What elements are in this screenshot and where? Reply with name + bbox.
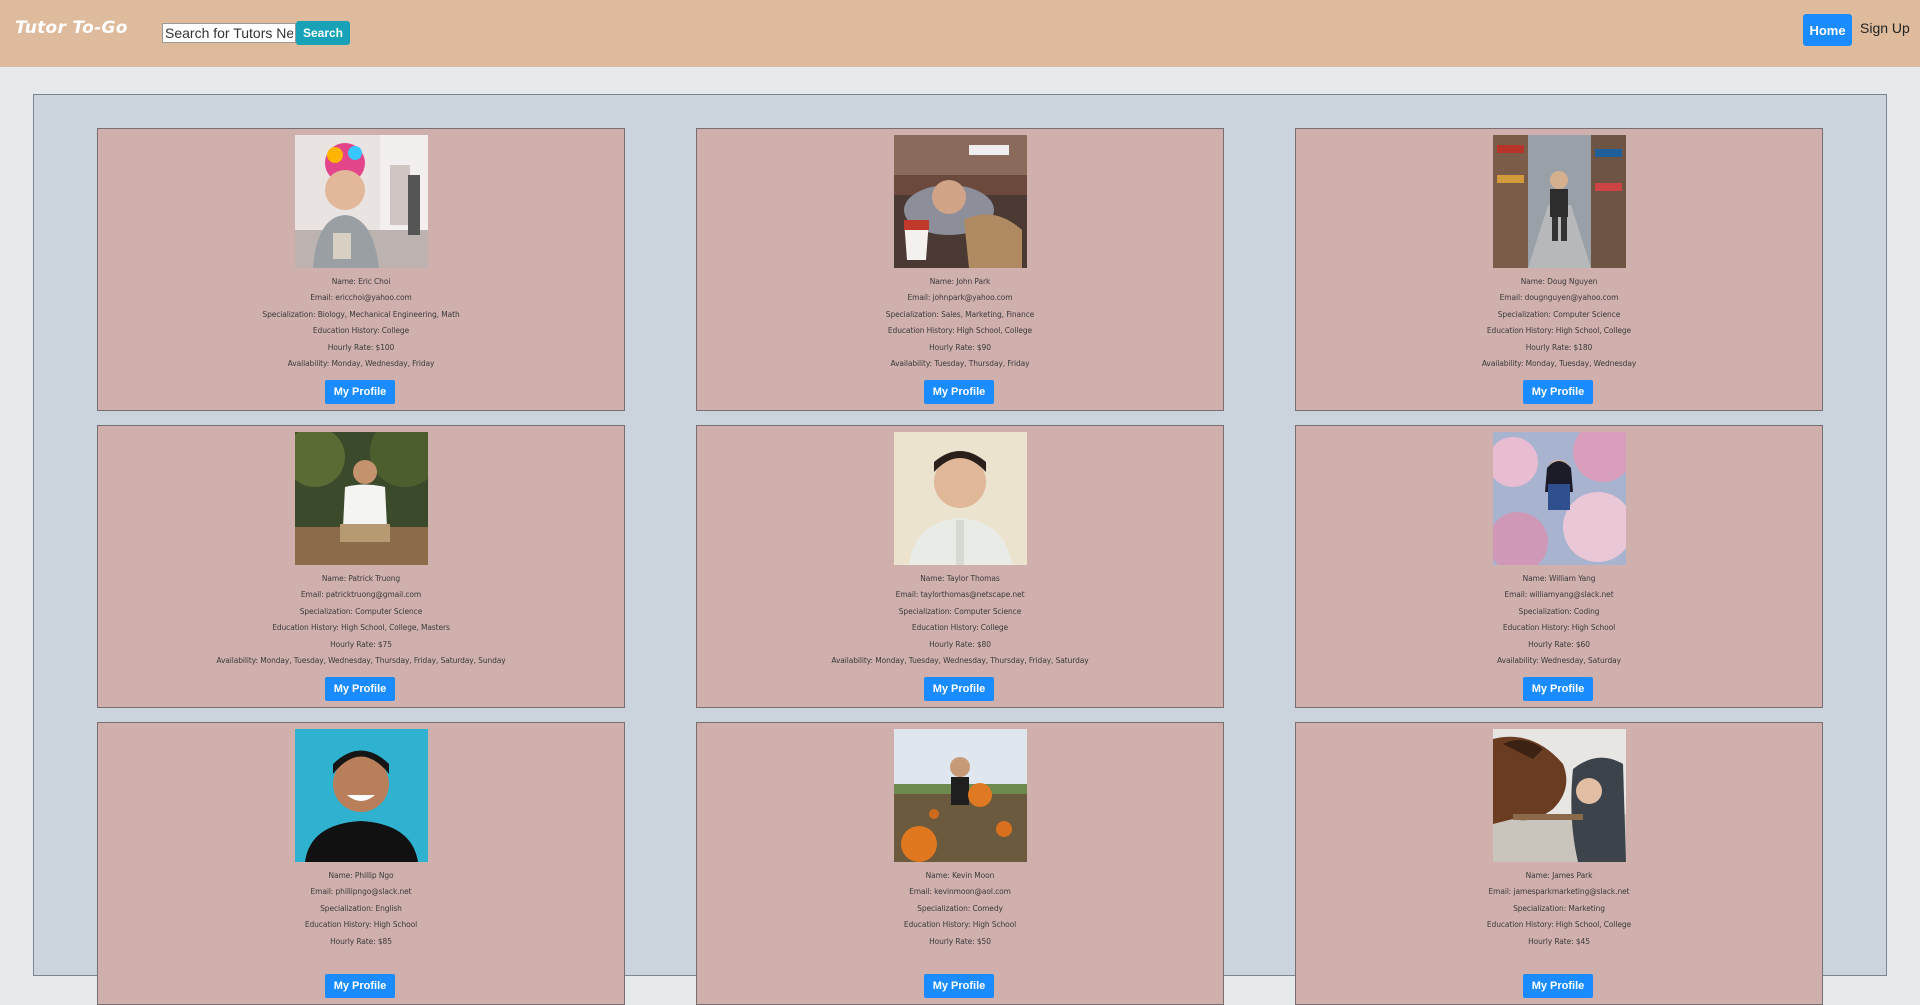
tutor-availability: [697, 950, 1223, 966]
tutor-name: Name: Eric Choi: [331, 277, 391, 286]
tutor-name: Name: Doug Nguyen: [1520, 277, 1598, 286]
tutor-name: Name: Taylor Thomas: [920, 574, 1000, 583]
tutor-email: Email: dougnguyen@yahoo.com: [1499, 293, 1619, 303]
tutor-specialization: Specialization: Computer Science: [1497, 309, 1621, 319]
tutor-rate: Hourly Rate: $85: [330, 936, 392, 946]
tutor-photo: [1493, 135, 1626, 268]
tutor-specialization: Specialization: Coding: [1518, 606, 1600, 616]
tutor-education: Education History: College: [312, 326, 410, 336]
tutor-availability: Availability: Tuesday, Thursday, Friday: [890, 358, 1030, 368]
tutor-email: Email: ericchoi@yahoo.com: [310, 293, 412, 303]
tutor-rate: Hourly Rate: $45: [1528, 936, 1590, 946]
tutor-card: Name: Taylor Thomas Email: taylorthomas@…: [696, 425, 1224, 708]
my-profile-button[interactable]: My Profile: [1523, 974, 1593, 998]
tutor-name: Name: Patrick Truong: [321, 574, 401, 583]
tutor-specialization: Specialization: Biology, Mechanical Engi…: [262, 309, 460, 319]
tutor-rate: Hourly Rate: $50: [929, 936, 991, 946]
tutor-card: Name: John Park Email: johnpark@yahoo.co…: [696, 128, 1224, 411]
tutor-specialization: Specialization: Sales, Marketing, Financ…: [885, 309, 1035, 319]
tutor-email: Email: phillipngo@slack.net: [310, 887, 412, 897]
my-profile-button[interactable]: My Profile: [924, 677, 994, 701]
tutor-specialization: Specialization: Computer Science: [299, 606, 423, 616]
tutor-email: Email: johnpark@yahoo.com: [907, 293, 1013, 303]
tutor-rate: Hourly Rate: $60: [1528, 639, 1590, 649]
tutor-education: Education History: High School, College: [887, 326, 1033, 336]
tutor-availability: [1296, 950, 1822, 966]
tutor-availability: Availability: Monday, Tuesday, Wednesday…: [831, 655, 1089, 665]
my-profile-button[interactable]: My Profile: [1523, 380, 1593, 404]
tutor-rate: Hourly Rate: $100: [327, 342, 395, 352]
tutor-education: Education History: High School, College: [1486, 920, 1632, 930]
tutor-education: Education History: College: [911, 623, 1009, 633]
tutor-name: Name: John Park: [929, 277, 991, 286]
tutor-photo: [894, 729, 1027, 862]
tutor-rate: Hourly Rate: $180: [1525, 342, 1593, 352]
my-profile-button[interactable]: My Profile: [924, 380, 994, 404]
my-profile-button[interactable]: My Profile: [924, 974, 994, 998]
tutor-specialization: Specialization: Computer Science: [898, 606, 1022, 616]
search-input[interactable]: [162, 23, 296, 43]
tutor-education: Education History: High School, College,…: [272, 623, 450, 633]
tutor-email: Email: jamesparkmarketing@slack.net: [1488, 887, 1630, 897]
tutor-name: Name: Phillip Ngo: [328, 871, 394, 880]
tutor-card: Name: James Park Email: jamesparkmarketi…: [1295, 722, 1823, 1005]
tutor-education: Education History: High School: [903, 920, 1017, 930]
tutor-photo: [894, 432, 1027, 565]
tutor-availability: Availability: Monday, Wednesday, Friday: [287, 358, 435, 368]
tutor-card: Name: Phillip Ngo Email: phillipngo@slac…: [97, 722, 625, 1005]
tutor-card: Name: Doug Nguyen Email: dougnguyen@yaho…: [1295, 128, 1823, 411]
tutor-name: Name: William Yang: [1522, 574, 1596, 583]
navbar: Tutor To-Go Search Home Sign Up: [0, 0, 1920, 67]
tutor-availability: Availability: Wednesday, Saturday: [1497, 655, 1621, 665]
tutor-grid: Name: Eric Choi Email: ericchoi@yahoo.co…: [33, 94, 1887, 1005]
my-profile-button[interactable]: My Profile: [1523, 677, 1593, 701]
tutor-specialization: Specialization: Marketing: [1513, 903, 1605, 913]
signup-link[interactable]: Sign Up: [1860, 20, 1910, 36]
tutor-specialization: Specialization: English: [320, 903, 402, 913]
tutor-photo: [295, 729, 428, 862]
tutor-photo: [1493, 729, 1626, 862]
search-button[interactable]: Search: [296, 21, 350, 45]
tutor-education: Education History: High School, College: [1486, 326, 1632, 336]
brand-logo[interactable]: Tutor To-Go: [15, 18, 128, 38]
tutor-card: Name: Eric Choi Email: ericchoi@yahoo.co…: [97, 128, 625, 411]
tutor-availability: Availability: Monday, Tuesday, Wednesday…: [216, 655, 506, 665]
tutor-education: Education History: High School: [1502, 623, 1616, 633]
tutor-rate: Hourly Rate: $80: [929, 639, 991, 649]
tutor-card: Name: Patrick Truong Email: patricktruon…: [97, 425, 625, 708]
tutor-photo: [894, 135, 1027, 268]
tutor-card: Name: William Yang Email: williamyang@sl…: [1295, 425, 1823, 708]
tutor-email: Email: kevinmoon@aol.com: [909, 887, 1011, 897]
tutor-name: Name: James Park: [1525, 871, 1593, 880]
tutor-email: Email: taylorthomas@netscape.net: [895, 590, 1025, 600]
tutor-name: Name: Kevin Moon: [925, 871, 995, 880]
tutor-photo: [295, 432, 428, 565]
tutor-rate: Hourly Rate: $75: [330, 639, 392, 649]
tutor-card: Name: Kevin Moon Email: kevinmoon@aol.co…: [696, 722, 1224, 1005]
tutor-email: Email: williamyang@slack.net: [1504, 590, 1614, 600]
tutor-availability: [98, 950, 624, 966]
my-profile-button[interactable]: My Profile: [325, 677, 395, 701]
tutor-photo: [1493, 432, 1626, 565]
tutor-availability: Availability: Monday, Tuesday, Wednesday: [1481, 358, 1637, 368]
tutor-specialization: Specialization: Comedy: [917, 903, 1003, 913]
tutor-education: Education History: High School: [304, 920, 418, 930]
home-button[interactable]: Home: [1803, 14, 1852, 46]
tutor-photo: [295, 135, 428, 268]
tutor-rate: Hourly Rate: $90: [929, 342, 991, 352]
tutor-email: Email: patricktruong@gmail.com: [300, 590, 422, 600]
my-profile-button[interactable]: My Profile: [325, 974, 395, 998]
my-profile-button[interactable]: My Profile: [325, 380, 395, 404]
